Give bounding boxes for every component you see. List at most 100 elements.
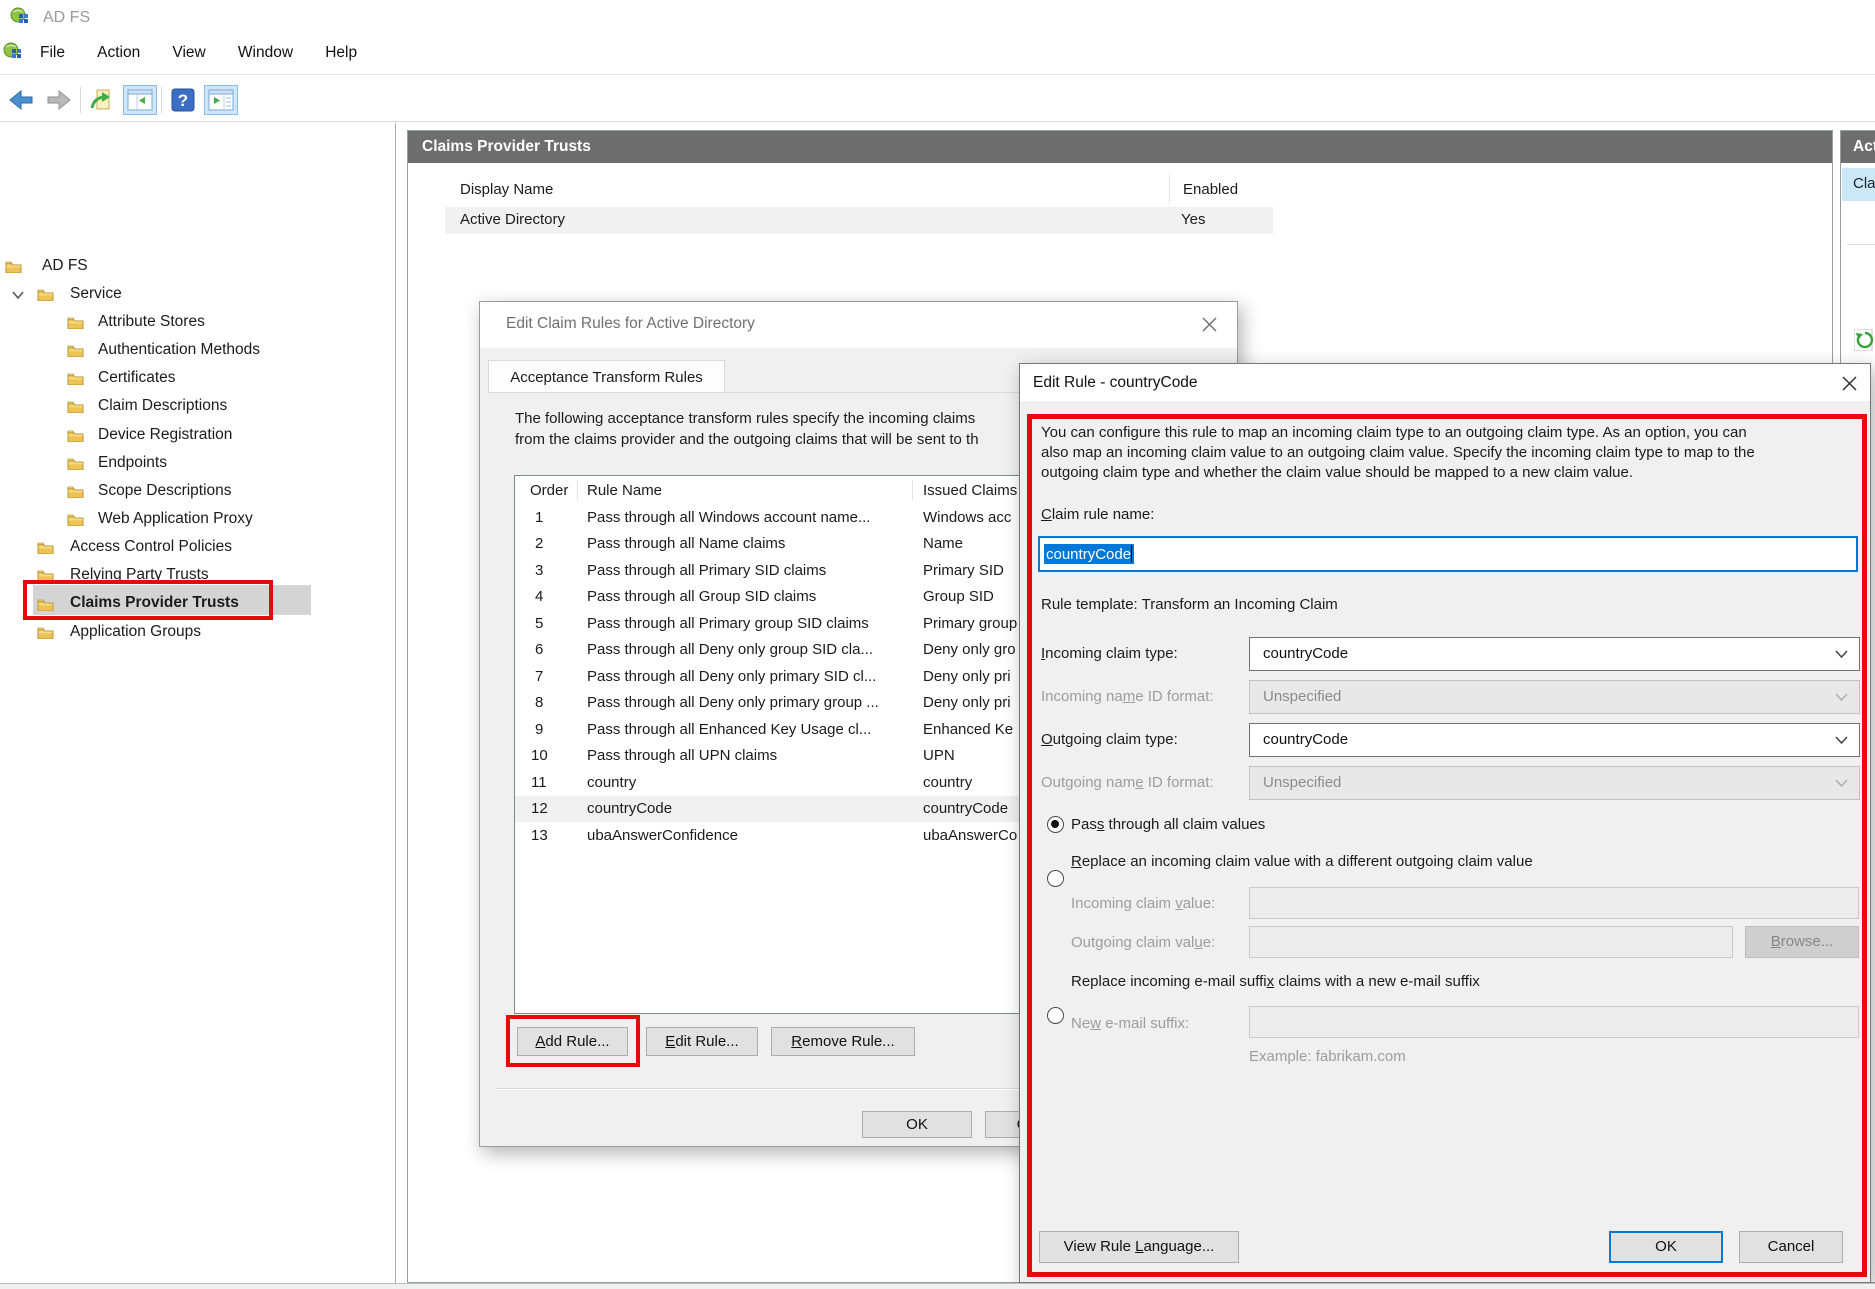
rule-name: ubaAnswerConfidence bbox=[587, 823, 738, 849]
row-display-name: Active Directory bbox=[460, 211, 565, 228]
view-rule-language-button[interactable]: View Rule Language... bbox=[1039, 1231, 1239, 1263]
actions-separator bbox=[1847, 244, 1875, 245]
folder-icon bbox=[67, 512, 84, 526]
edit-rule-button[interactable]: Edit Rule... bbox=[646, 1027, 758, 1056]
help-button[interactable]: ? bbox=[166, 85, 200, 115]
toolbar-separator bbox=[80, 87, 81, 113]
column-divider bbox=[577, 480, 578, 500]
rule-issued: UPN bbox=[923, 743, 955, 769]
selected-text: countryCode bbox=[1044, 544, 1134, 564]
radio-replace-value-label[interactable]: Replace an incoming claim value with a d… bbox=[1071, 853, 1533, 870]
folder-icon bbox=[67, 484, 84, 498]
actions-selected-item[interactable]: Cla bbox=[1842, 168, 1875, 201]
incoming-claim-type-select[interactable]: countryCode bbox=[1249, 637, 1860, 671]
cancel-button[interactable]: Cancel bbox=[1739, 1231, 1843, 1263]
menu-file[interactable]: File bbox=[26, 38, 79, 68]
add-rule-button[interactable]: Add Rule... bbox=[517, 1027, 628, 1056]
console-tree-panel: AD FS Service Attribute Stores Authentic… bbox=[0, 123, 396, 1283]
column-divider bbox=[1169, 175, 1170, 203]
rule-order: 3 bbox=[535, 558, 543, 584]
rule-description-line3: outgoing claim type and whether the clai… bbox=[1041, 464, 1633, 481]
rule-order: 7 bbox=[535, 664, 543, 690]
dialog-titlebar[interactable]: Edit Claim Rules for Active Directory bbox=[480, 302, 1237, 348]
example-text: Example: fabrikam.com bbox=[1249, 1048, 1406, 1065]
folder-icon bbox=[67, 428, 84, 442]
ok-button[interactable]: OK bbox=[1609, 1231, 1723, 1263]
rule-description-line2: also map an incoming claim value to an o… bbox=[1041, 444, 1755, 461]
column-issued-claims[interactable]: Issued Claims bbox=[923, 479, 1017, 503]
adfs-management-window: AD FS File Action View Window Help bbox=[0, 0, 1875, 1289]
tree-item-label: Device Registration bbox=[98, 421, 232, 449]
menu-window[interactable]: Window bbox=[224, 38, 307, 68]
menu-help[interactable]: Help bbox=[311, 38, 371, 68]
tree-item-label: Web Application Proxy bbox=[98, 505, 253, 533]
titlebar: AD FS bbox=[0, 0, 1875, 36]
rule-order: 5 bbox=[535, 611, 543, 637]
chevron-down-icon bbox=[1835, 650, 1848, 659]
selected-value: Unspecified bbox=[1263, 774, 1341, 791]
rule-issued: countryCode bbox=[923, 796, 1008, 822]
rule-issued: Windows acc bbox=[923, 505, 1011, 531]
claim-rule-name-input[interactable]: countryCode bbox=[1038, 536, 1858, 572]
radio-replace-value[interactable] bbox=[1047, 870, 1064, 887]
refresh-action[interactable] bbox=[1854, 329, 1875, 355]
incoming-name-id-format-label: Incoming name ID format: bbox=[1041, 688, 1214, 705]
forward-button[interactable] bbox=[42, 85, 76, 115]
edit-rule-dialog: Edit Rule - countryCode You can configur… bbox=[1019, 363, 1871, 1283]
chevron-down-icon bbox=[1835, 736, 1848, 745]
outgoing-claim-type-select[interactable]: countryCode bbox=[1249, 723, 1860, 757]
rule-description-line1: You can configure this rule to map an in… bbox=[1041, 424, 1747, 441]
folder-icon bbox=[37, 540, 54, 554]
rule-issued: Deny only pri bbox=[923, 690, 1011, 716]
column-display-name[interactable]: Display Name bbox=[460, 181, 553, 199]
remove-rule-button[interactable]: Remove Rule... bbox=[771, 1027, 915, 1056]
window-title: AD FS bbox=[43, 9, 90, 27]
results-panel-header: Claims Provider Trusts bbox=[408, 131, 1832, 163]
tree-item-label: Application Groups bbox=[70, 618, 201, 646]
adfs-icon bbox=[3, 41, 23, 63]
svg-text:?: ? bbox=[178, 91, 188, 110]
close-button[interactable] bbox=[1832, 369, 1866, 397]
tab-acceptance-transform-rules[interactable]: Acceptance Transform Rules bbox=[488, 360, 725, 393]
dialog-title: Edit Rule - countryCode bbox=[1033, 374, 1198, 392]
console-window-icon bbox=[127, 89, 153, 111]
rule-order: 10 bbox=[531, 743, 548, 769]
rule-order: 6 bbox=[535, 637, 543, 663]
column-enabled[interactable]: Enabled bbox=[1183, 181, 1238, 199]
menu-action[interactable]: Action bbox=[83, 38, 154, 68]
export-list-button[interactable] bbox=[85, 85, 119, 115]
rule-name: Pass through all UPN claims bbox=[587, 743, 777, 769]
ok-button[interactable]: OK bbox=[862, 1111, 972, 1138]
show-action-pane-button[interactable] bbox=[204, 85, 238, 115]
rule-name: Pass through all Deny only primary SID c… bbox=[587, 664, 876, 690]
show-console-tree-button[interactable] bbox=[123, 85, 157, 115]
close-button[interactable] bbox=[1192, 310, 1226, 338]
radio-replace-email-suffix[interactable] bbox=[1047, 1007, 1064, 1024]
rule-order: 8 bbox=[535, 690, 543, 716]
row-enabled: Yes bbox=[1181, 211, 1205, 228]
outgoing-claim-value-input bbox=[1249, 926, 1733, 958]
menu-view[interactable]: View bbox=[158, 38, 219, 68]
column-rule-name[interactable]: Rule Name bbox=[587, 479, 662, 503]
dialog-title: Edit Claim Rules for Active Directory bbox=[506, 315, 755, 333]
outgoing-claim-value-label: Outgoing claim value: bbox=[1071, 934, 1215, 951]
incoming-claim-value-label: Incoming claim value: bbox=[1071, 895, 1215, 912]
help-icon: ? bbox=[171, 88, 195, 112]
folder-icon bbox=[37, 568, 54, 582]
table-row[interactable]: Active Directory Yes bbox=[445, 207, 1273, 234]
rule-issued: Group SID bbox=[923, 584, 994, 610]
back-button[interactable] bbox=[4, 85, 38, 115]
radio-pass-through-label[interactable]: Pass through all claim values bbox=[1071, 816, 1265, 833]
actions-panel-header: Act bbox=[1841, 131, 1875, 163]
rule-order: 11 bbox=[531, 770, 547, 796]
column-order[interactable]: Order bbox=[530, 479, 568, 503]
refresh-icon bbox=[1854, 329, 1875, 351]
tree-item-label: Certificates bbox=[98, 364, 176, 392]
radio-pass-through[interactable] bbox=[1047, 816, 1064, 833]
rule-issued: country bbox=[923, 770, 972, 796]
chevron-down-icon bbox=[11, 290, 25, 300]
outgoing-name-id-format-select: Unspecified bbox=[1249, 766, 1860, 800]
dialog-titlebar[interactable]: Edit Rule - countryCode bbox=[1020, 364, 1870, 401]
radio-replace-email-suffix-label[interactable]: Replace incoming e-mail suffix claims wi… bbox=[1071, 973, 1480, 990]
window-bottom-edge bbox=[0, 1283, 1875, 1289]
